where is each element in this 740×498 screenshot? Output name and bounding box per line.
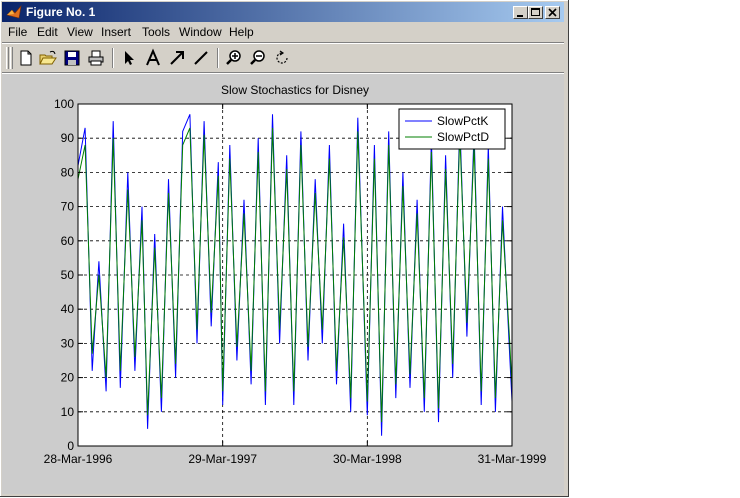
legend-label-slowpctd: SlowPctD — [437, 130, 489, 144]
title-bar[interactable]: Figure No. 1 — [2, 2, 564, 22]
select-arrow-icon[interactable] — [119, 48, 139, 68]
y-tick-label: 80 — [61, 165, 75, 179]
figure-window: Figure No. 1 File Edit View Insert Tools… — [0, 0, 569, 497]
x-tick-label: 29-Mar-1997 — [188, 452, 257, 466]
menu-edit[interactable]: Edit — [37, 25, 58, 39]
close-icon — [548, 8, 557, 17]
insert-line-icon[interactable] — [191, 48, 211, 68]
y-tick-label: 90 — [61, 131, 75, 145]
menu-help[interactable]: Help — [229, 25, 254, 39]
close-button[interactable] — [545, 6, 560, 19]
matlab-logo-icon — [6, 4, 22, 19]
menu-tools[interactable]: Tools — [142, 25, 170, 39]
y-tick-label: 60 — [61, 234, 75, 248]
y-tick-label: 70 — [61, 200, 75, 214]
open-file-icon[interactable] — [38, 48, 58, 68]
insert-arrow-icon[interactable] — [167, 48, 187, 68]
save-icon[interactable] — [62, 48, 82, 68]
chart-title: Slow Stochastics for Disney — [221, 83, 369, 97]
minimize-button[interactable] — [513, 6, 528, 19]
y-tick-label: 50 — [61, 268, 75, 282]
menu-window[interactable]: Window — [179, 25, 222, 39]
minimize-icon — [517, 15, 523, 17]
menu-file[interactable]: File — [8, 25, 27, 39]
y-tick-label: 10 — [61, 405, 75, 419]
toolbar-grip[interactable] — [6, 47, 9, 69]
toolbar-grip[interactable] — [10, 47, 13, 69]
y-tick-label: 0 — [67, 439, 74, 453]
rotate-3d-icon[interactable] — [272, 48, 292, 68]
toolbar-separator — [112, 48, 114, 68]
new-figure-icon[interactable] — [16, 48, 36, 68]
maximize-button[interactable] — [528, 6, 543, 19]
maximize-icon — [531, 8, 540, 16]
y-tick-label: 40 — [61, 302, 75, 316]
figure-canvas: 0 10 20 30 40 50 60 70 80 90 100 28-Mar-1996 29-Mar-… — [2, 74, 564, 494]
insert-text-icon[interactable] — [143, 48, 163, 68]
zoom-in-icon[interactable] — [224, 48, 244, 68]
y-tick-label: 100 — [54, 97, 74, 111]
print-icon[interactable] — [86, 48, 106, 68]
chart-svg: 0 10 20 30 40 50 60 70 80 90 100 28-Mar-1996 29-Mar-… — [44, 83, 547, 466]
toolbar-separator — [217, 48, 219, 68]
window-title: Figure No. 1 — [26, 5, 96, 19]
x-tick-label: 28-Mar-1996 — [44, 452, 113, 466]
legend[interactable]: SlowPctK SlowPctD — [398, 108, 506, 150]
zoom-out-icon[interactable] — [248, 48, 268, 68]
x-tick-label: 30-Mar-1998 — [333, 452, 402, 466]
menu-view[interactable]: View — [67, 25, 93, 39]
figure-toolbar — [2, 44, 564, 72]
legend-label-slowpctk: SlowPctK — [437, 114, 488, 128]
y-tick-label: 30 — [61, 336, 75, 350]
menu-bar: File Edit View Insert Tools Window Help — [2, 23, 564, 41]
x-tick-label: 31-Mar-1999 — [478, 452, 547, 466]
menu-insert[interactable]: Insert — [101, 25, 131, 39]
y-tick-label: 20 — [61, 371, 75, 385]
